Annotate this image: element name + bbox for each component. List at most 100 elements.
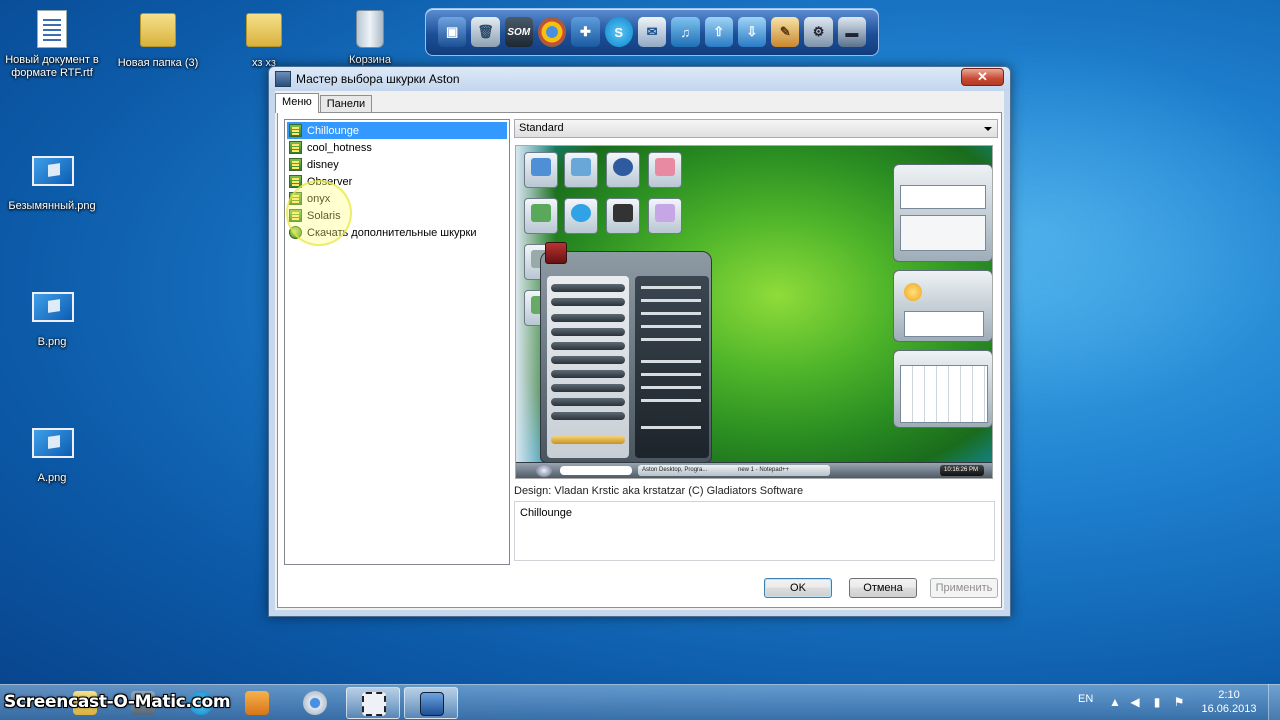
shortcut-icon[interactable]: ⇧: [704, 17, 733, 47]
sun-icon: [904, 283, 922, 301]
language-indicator[interactable]: EN: [1078, 693, 1093, 705]
desktop-icon-folder-hz[interactable]: хз хз: [212, 10, 316, 70]
chrome-icon[interactable]: [537, 17, 567, 47]
preview-weather-gadget: [893, 270, 992, 342]
tab-strip: Меню Панели: [275, 93, 373, 113]
desktop-icon-label: B.png: [37, 336, 67, 348]
network-icon[interactable]: ✚: [571, 17, 600, 47]
volume-icon[interactable]: ◀: [1128, 695, 1142, 709]
recycle-bin-icon[interactable]: 🗑: [471, 17, 500, 47]
ok-button[interactable]: OK: [764, 578, 832, 598]
preview-taskbar: Aston Desktop, Progra... new 1 - Notepad…: [516, 462, 992, 478]
preview-task-aston: Aston Desktop, Progra...: [638, 465, 738, 476]
tab-panel-menu: Chillounge cool_hotness disney Observer: [277, 112, 1002, 608]
skin-icon: [289, 158, 302, 171]
som-label: SOM: [507, 26, 531, 38]
png-image-icon: [32, 156, 74, 186]
taskbar-chrome[interactable]: [288, 687, 342, 719]
close-button[interactable]: ✕: [961, 68, 1004, 86]
skin-icon: [289, 141, 302, 154]
screencast-watermark: Screencast-O-Matic.com: [4, 692, 231, 712]
dialog-client-area: Меню Панели Chillounge cool_hotness disn…: [275, 91, 1004, 610]
skin-preview-image: Aston Desktop, Progra... new 1 - Notepad…: [515, 145, 993, 479]
desktop-icon-label: A.png: [37, 472, 67, 484]
system-clock[interactable]: 2:10 16.06.2013: [1196, 688, 1262, 716]
preview-tile: [606, 152, 640, 188]
png-image-icon: [32, 292, 74, 322]
skype-icon[interactable]: S: [604, 17, 633, 47]
tab-menu[interactable]: Меню: [275, 93, 319, 113]
skin-item-cool-hotness[interactable]: cool_hotness: [287, 139, 507, 156]
png-image-icon: [32, 428, 74, 458]
preview-user-avatar: [545, 242, 567, 264]
preview-start-menu: [540, 242, 712, 463]
skin-icon: [289, 124, 302, 137]
preview-tile: [524, 152, 558, 188]
tv-icon[interactable]: ▬: [837, 17, 867, 47]
computer-icon[interactable]: ▣: [438, 17, 467, 47]
dialog-titlebar[interactable]: Мастер выбора шкурки Aston ✕: [269, 67, 1010, 91]
chevron-down-icon: [984, 127, 992, 131]
style-select[interactable]: Standard: [514, 119, 998, 138]
rtf-document-icon: [37, 10, 67, 48]
show-hidden-icons-chevron-icon[interactable]: ▲: [1108, 695, 1122, 709]
desktop-icon-label: Новая папка (3): [117, 57, 199, 69]
flag-icon[interactable]: ⚑: [1172, 695, 1186, 709]
desktop-icon-a-png[interactable]: A.png: [0, 422, 104, 485]
aston-icon: [420, 692, 444, 716]
preview-start-right: [635, 276, 709, 458]
style-select-value: Standard: [519, 122, 564, 134]
network-tray-icon[interactable]: ▮: [1150, 695, 1164, 709]
skin-description: Chillounge: [514, 501, 995, 561]
preview-start-left: [547, 276, 629, 458]
folder-icon: [246, 13, 282, 47]
dialog-title: Мастер выбора шкурки Aston: [296, 72, 460, 86]
folder-icon: [140, 13, 176, 47]
settings-icon[interactable]: ⚙: [804, 17, 833, 47]
paint-icon[interactable]: ✎: [771, 17, 800, 47]
outlook-icon[interactable]: ✉: [637, 17, 667, 47]
preview-tile: [606, 198, 640, 234]
aston-app-icon: [275, 71, 291, 87]
taskbar-aston[interactable]: [404, 687, 458, 719]
show-desktop-button[interactable]: [1268, 684, 1280, 720]
preview-tile: [524, 198, 558, 234]
desktop-icon-recycle-bin[interactable]: Корзина: [318, 10, 422, 67]
preview-clock: 10:16:26 PM: [940, 465, 984, 476]
desktop-icon-new-folder[interactable]: Новая папка (3): [106, 10, 210, 70]
skin-item-disney[interactable]: disney: [287, 156, 507, 173]
cancel-button[interactable]: Отмена: [849, 578, 917, 598]
preview-tile: [564, 152, 598, 188]
desktop-icon-rtf-document[interactable]: Новый документ в формате RTF.rtf: [0, 10, 104, 80]
apply-button[interactable]: Применить: [930, 578, 998, 598]
taskbar-media-player[interactable]: [230, 687, 284, 719]
cursor-highlight: [286, 180, 352, 246]
preview-calendar-gadget: [893, 350, 992, 428]
close-icon: ✕: [977, 69, 988, 84]
chrome-icon: [303, 691, 327, 715]
download-icon[interactable]: ⇩: [737, 17, 767, 47]
taskbar-snipping[interactable]: [346, 687, 400, 719]
snipping-tool-icon: [362, 692, 386, 716]
skin-item-chillounge[interactable]: Chillounge: [287, 122, 507, 139]
preview-task-notepad: new 1 - Notepad++: [734, 465, 830, 476]
itunes-icon[interactable]: ♫: [671, 17, 700, 47]
skin-item-label: disney: [307, 158, 339, 171]
som-icon[interactable]: SOM: [504, 17, 533, 47]
tab-panels[interactable]: Панели: [319, 95, 373, 113]
desktop-icon-label: Безымянный.png: [8, 200, 96, 212]
preview-tile: [648, 198, 682, 234]
aston-dock: ▣ 🗑 SOM ✚ S ✉ ♫ ⇧ ⇩ ✎ ⚙ ▬: [425, 8, 879, 56]
preview-tile: [564, 198, 598, 234]
desktop-icon-unnamed-png[interactable]: Безымянный.png: [0, 150, 104, 213]
desktop-icon-label: Новый документ в формате RTF.rtf: [5, 54, 99, 79]
clock-date: 16.06.2013: [1201, 703, 1257, 715]
preview-tile: [648, 152, 682, 188]
clock-time: 2:10: [1218, 689, 1240, 701]
desktop: Новый документ в формате RTF.rtf Новая п…: [0, 0, 1280, 684]
recycle-bin-icon: [356, 10, 384, 48]
media-player-icon: [245, 691, 269, 715]
design-credit: Design: Vladan Krstic aka krstatzar (C) …: [514, 485, 804, 497]
skin-wizard-dialog: Мастер выбора шкурки Aston ✕ Меню Панели…: [268, 66, 1011, 617]
desktop-icon-b-png[interactable]: B.png: [0, 286, 104, 349]
